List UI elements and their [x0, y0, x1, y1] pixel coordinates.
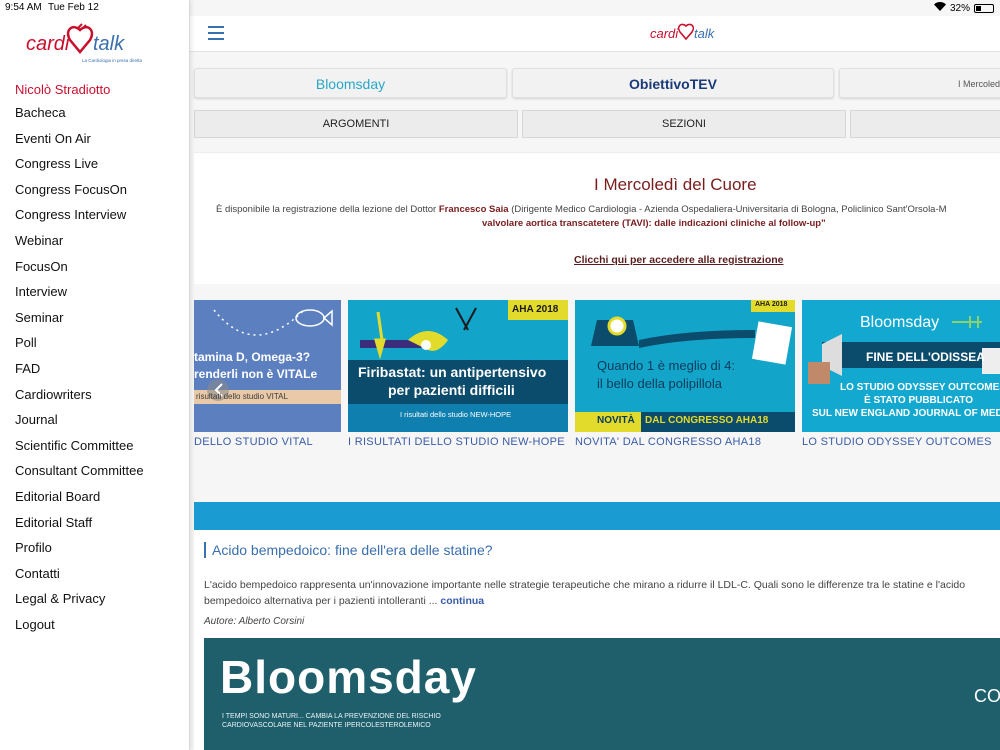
tab-third[interactable]: C — [850, 110, 1000, 138]
banner-topic: valvolare aortica transcatetere (TAVI): … — [482, 218, 826, 229]
card-caption: NOVITA' DAL CONGRESSO AHA18 — [575, 436, 762, 448]
card-strip-label: NOVITÀ — [597, 415, 635, 426]
section-tabs: ARGOMENTI SEZIONI C — [194, 110, 1000, 138]
card-logo: Bloomsday — [860, 314, 940, 331]
partner-mercoledi-button[interactable]: I Mercoledì — [839, 68, 1000, 98]
main-content: cardi talk Bloomsday ObiettivoTEV I Merc… — [190, 0, 1000, 750]
partner-bloomsday-button[interactable]: Bloomsday — [194, 68, 507, 98]
continue-link[interactable]: continua — [440, 595, 484, 607]
svg-text:cardi: cardi — [650, 26, 679, 41]
card-image-text-3: È STATO PUBBLICATO — [864, 395, 974, 406]
card-image-text-2: LO STUDIO ODYSSEY OUTCOMES — [840, 382, 1000, 393]
menu-item-fad[interactable]: FAD — [15, 361, 144, 387]
card-caption: DELLO STUDIO VITAL — [194, 436, 313, 448]
svg-text:talk: talk — [694, 26, 716, 41]
battery-icon — [974, 3, 994, 13]
wifi-icon — [933, 2, 946, 14]
card-image-strip: I risultati dello studio NEW-HOPE — [400, 410, 512, 419]
hero-right-text: CO — [974, 686, 1000, 706]
card-image-strip: risultati dello studio VITAL — [196, 392, 288, 401]
hero-subtitle: I tempi sono maturi... cambia la prevenz… — [222, 713, 441, 729]
menu-item-editorial-board[interactable]: Editorial Board — [15, 489, 144, 515]
article-hero-image[interactable]: Bloomsday I tempi sono maturi... cambia … — [204, 638, 1000, 750]
menu-item-congress-live[interactable]: Congress Live — [15, 156, 144, 182]
menu-item-profilo[interactable]: Profilo — [15, 540, 144, 566]
card-image-text-4: SUL NEW ENGLAND JOURNAL OF MEDIC — [812, 408, 1000, 419]
card-image-text-1: tamina D, Omega-3? — [194, 350, 311, 364]
svg-text:La Cardiologia in presa dirett: La Cardiologia in presa diretta — [82, 58, 143, 63]
top-bar: cardi talk — [190, 16, 1000, 52]
card-image: Bloomsday FINE DELL'ODISSEA LO STUDIO OD… — [802, 300, 1000, 432]
hero-title: Bloomsday — [220, 651, 477, 703]
carousel-card[interactable]: Bloomsday FINE DELL'ODISSEA LO STUDIO OD… — [802, 300, 1000, 470]
tab-argomenti[interactable]: ARGOMENTI — [194, 110, 518, 138]
menu-item-congress-interview[interactable]: Congress Interview — [15, 207, 144, 233]
article-excerpt: L'acido bempedoico rappresenta un'innova… — [204, 579, 966, 607]
menu-item-consultant-committee[interactable]: Consultant Committee — [15, 463, 144, 489]
partner-obiettivotev-button[interactable]: ObiettivoTEV — [512, 68, 834, 98]
speaker-name: Francesco Saia — [438, 204, 509, 215]
card-image-text-2: per pazienti difficili — [388, 382, 515, 398]
carousel-card[interactable]: AHA 2018 Firibastat: un antipertensivo p… — [348, 300, 568, 470]
menu-item-bacheca[interactable]: Bacheca — [15, 105, 144, 131]
card-image: AHA 2018 Firibastat: un antipertensivo p… — [348, 300, 568, 432]
event-banner: I Mercoledì del Cuore È disponibile la r… — [194, 152, 1000, 284]
menu-item-contatti[interactable]: Contatti — [15, 566, 144, 592]
banner-description: È disponibile la registrazione della lez… — [216, 204, 947, 215]
svg-text:talk: talk — [93, 33, 125, 55]
card-image: AHA 2018 Quando 1 è meglio di 4: il bell… — [575, 300, 795, 432]
menu-item-interview[interactable]: Interview — [15, 284, 144, 310]
card-strip-text: DAL CONGRESSO AHA18 — [645, 415, 769, 426]
menu-item-congress-focuson[interactable]: Congress FocusOn — [15, 182, 144, 208]
article-title[interactable]: Acido bempedoico: fine dell'era delle st… — [204, 542, 493, 558]
menu-item-eventi-on-air[interactable]: Eventi On Air — [15, 131, 144, 157]
side-menu: cardi talk La Cardiologia in presa diret… — [0, 0, 190, 750]
section-divider-strip — [194, 502, 1000, 530]
card-image-text-2: il bello della polipillola — [597, 376, 723, 391]
menu-item-legal-privacy[interactable]: Legal & Privacy — [15, 591, 144, 617]
card-caption: I RISULTATI DELLO STUDIO NEW-HOPE — [348, 436, 565, 448]
battery-percent: 32% — [949, 2, 970, 14]
svg-text:cardi: cardi — [26, 33, 70, 55]
card-image-text-1: FINE DELL'ODISSEA — [866, 350, 985, 364]
cardiotalk-logo[interactable]: cardi talk La Cardiologia in presa diret… — [26, 22, 166, 68]
header-logo[interactable]: cardi talk — [650, 20, 730, 46]
carousel-card[interactable]: AHA 2018 Quando 1 è meglio di 4: il bell… — [575, 300, 795, 470]
status-bar: 9:54 AM Tue Feb 12 32% — [0, 0, 1000, 16]
card-image-text-2: renderli non è VITALe — [194, 367, 318, 381]
card-caption: LO STUDIO ODYSSEY OUTCOMES — [802, 436, 992, 448]
menu-item-poll[interactable]: Poll — [15, 335, 144, 361]
hamburger-menu-icon[interactable] — [208, 26, 224, 40]
card-badge: AHA 2018 — [512, 304, 559, 315]
banner-title: I Mercoledì del Cuore — [594, 175, 757, 194]
menu-item-journal[interactable]: Journal — [15, 412, 144, 438]
card-image: tamina D, Omega-3? renderli non è VITALe… — [194, 300, 341, 432]
news-carousel: tamina D, Omega-3? renderli non è VITALe… — [190, 300, 1000, 470]
menu-item-logout[interactable]: Logout — [15, 617, 144, 643]
menu-item-scientific-committee[interactable]: Scientific Committee — [15, 438, 144, 464]
side-menu-list: Bacheca Eventi On Air Congress Live Cong… — [15, 105, 144, 642]
card-image-text-1: Quando 1 è meglio di 4: — [597, 358, 736, 373]
carousel-card[interactable]: tamina D, Omega-3? renderli non è VITALe… — [194, 300, 341, 470]
user-name[interactable]: Nicolò Stradiotto — [15, 82, 110, 97]
card-badge: AHA 2018 — [755, 301, 788, 308]
menu-item-cardiowriters[interactable]: Cardiowriters — [15, 387, 144, 413]
menu-item-focuson[interactable]: FocusOn — [15, 259, 144, 285]
status-date: Tue Feb 12 — [48, 2, 99, 13]
menu-item-webinar[interactable]: Webinar — [15, 233, 144, 259]
partner-buttons: Bloomsday ObiettivoTEV I Mercoledì — [194, 68, 1000, 98]
tab-sezioni[interactable]: SEZIONI — [522, 110, 846, 138]
article-card: Acido bempedoico: fine dell'era delle st… — [194, 530, 1000, 750]
card-image-text-1: Firibastat: un antipertensivo — [358, 364, 547, 380]
menu-item-seminar[interactable]: Seminar — [15, 310, 144, 336]
status-time: 9:54 AM — [5, 2, 42, 13]
registration-link[interactable]: Clicchi qui per accedere alla registrazi… — [574, 254, 784, 266]
menu-item-editorial-staff[interactable]: Editorial Staff — [15, 515, 144, 541]
article-author: Autore: Alberto Corsini — [204, 616, 305, 627]
status-right: 32% — [933, 2, 994, 14]
